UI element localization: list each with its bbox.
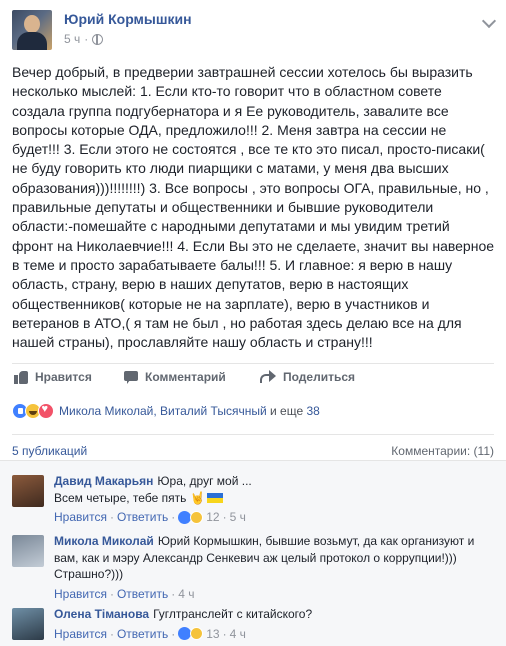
action-bar: Нравится Комментарий Поделиться	[12, 363, 494, 393]
comment-time[interactable]: 4 ч	[178, 586, 194, 603]
commenter-name[interactable]: Олена Тіманова	[54, 607, 149, 621]
comments-count-link[interactable]: Комментарии: (11)	[391, 444, 494, 458]
comment-like-link[interactable]: Нравится	[54, 586, 107, 603]
comment-reaction-count[interactable]: 12	[206, 509, 219, 526]
post-text: Вечер добрый, в предверии завтрашней сес…	[12, 64, 495, 351]
comment-item: Микола Миколай Юрий Кормышкин, бывшие воз…	[12, 533, 494, 601]
facebook-post: Юрий Кормышкин 5 ч · Вечер добрый, в пре…	[0, 0, 506, 646]
comment-like-link[interactable]: Нравится	[54, 626, 107, 643]
commenter-name[interactable]: Микола Миколай	[54, 534, 154, 548]
like-button[interactable]: Нравится	[14, 370, 92, 384]
share-button[interactable]: Поделиться	[260, 370, 355, 384]
speech-bubble-icon	[124, 370, 138, 384]
comment-time[interactable]: 5 ч	[230, 509, 246, 526]
commenter-avatar[interactable]	[12, 608, 44, 640]
post-time[interactable]: 5 ч	[64, 32, 80, 46]
comment-item: Давид Макарьян Юра, друг мой ... Всем чет…	[12, 473, 494, 527]
rock-hand-emoji: 🤘	[190, 490, 206, 505]
commenter-avatar[interactable]	[12, 475, 44, 507]
comment-button[interactable]: Комментарий	[124, 370, 226, 384]
author-avatar[interactable]	[12, 10, 52, 50]
share-arrow-icon	[260, 370, 276, 384]
globe-icon	[92, 33, 104, 45]
haha-reaction-icon	[190, 510, 204, 524]
reaction-names[interactable]: Микола Миколай, Виталий Тысячный и еще 3…	[59, 404, 320, 418]
comment-like-link[interactable]: Нравится	[54, 509, 107, 526]
ukraine-flag-icon	[207, 492, 224, 503]
comment-reply-link[interactable]: Ответить	[117, 586, 168, 603]
commenter-avatar[interactable]	[12, 535, 44, 567]
comment-reaction-count[interactable]: 13	[206, 626, 219, 643]
comment-time[interactable]: 4 ч	[230, 626, 246, 643]
comment-reply-link[interactable]: Ответить	[117, 626, 168, 643]
comments-section: Давид Макарьян Юра, друг мой ... Всем чет…	[0, 460, 506, 646]
chevron-down-icon[interactable]	[481, 13, 497, 29]
counts-bar: 5 публикаций Комментарии: (11)	[12, 434, 494, 460]
haha-reaction-icon	[190, 627, 204, 641]
commenter-name[interactable]: Давид Макарьян	[54, 474, 153, 488]
love-reaction-icon	[38, 403, 54, 419]
shares-count-link[interactable]: 5 публикаций	[12, 444, 87, 458]
comment-item: Олена Тіманова Гуглтранслейт с китайского…	[12, 606, 494, 646]
post-header: Юрий Кормышкин 5 ч ·	[12, 10, 497, 54]
reactions-summary[interactable]: Микола Миколай, Виталий Тысячный и еще 3…	[12, 400, 494, 422]
comment-reply-link[interactable]: Ответить	[117, 509, 168, 526]
post-meta: 5 ч ·	[64, 32, 104, 46]
author-name[interactable]: Юрий Кормышкин	[64, 11, 192, 27]
thumbs-up-icon	[14, 370, 28, 384]
